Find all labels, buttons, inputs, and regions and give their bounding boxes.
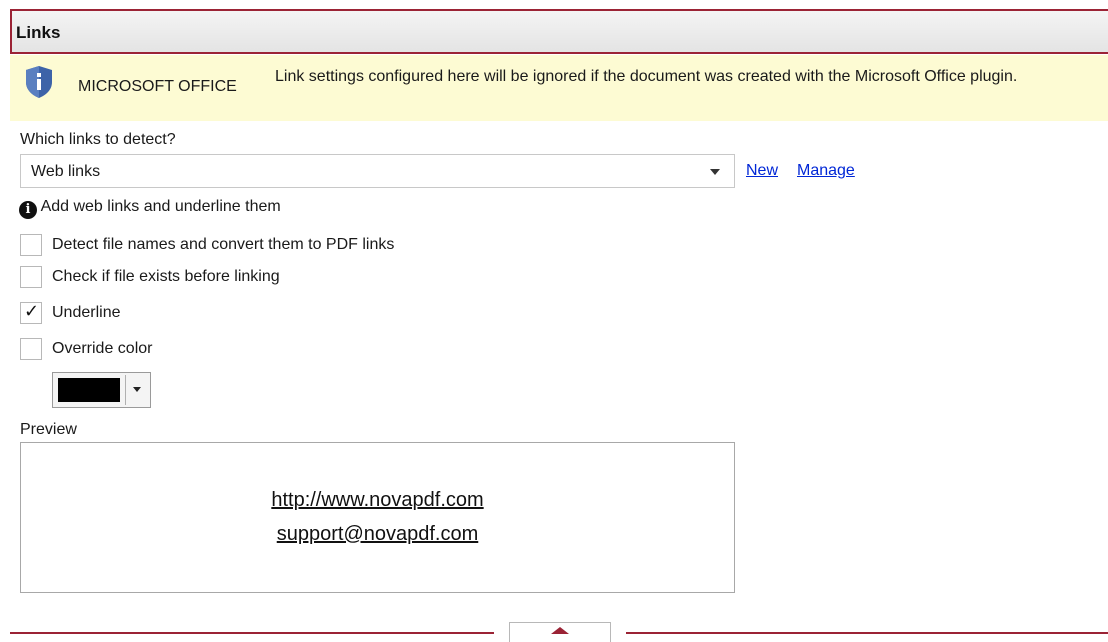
override-color-checkbox[interactable] — [20, 338, 42, 360]
link-type-description: i Add web links and underline them — [19, 198, 281, 219]
underline-checkbox[interactable]: ✓ — [20, 301, 42, 324]
office-notice-banner: MICROSOFT OFFICE Link settings configure… — [10, 55, 1108, 121]
preview-email: support@novapdf.com — [276, 523, 479, 545]
link-type-selected: Web links — [31, 163, 101, 180]
notice-text: Link settings configured here will be ig… — [275, 68, 1018, 85]
option-label: Detect file names and convert them to PD… — [52, 236, 395, 253]
option-label: Check if file exists before linking — [52, 268, 280, 285]
link-type-dropdown[interactable]: Web links — [20, 154, 735, 188]
section-divider — [626, 632, 1108, 634]
option-label: Underline — [52, 304, 121, 321]
section-header: Links — [10, 9, 1108, 54]
override-color-option[interactable]: Override color — [20, 338, 152, 360]
color-swatch — [58, 378, 120, 402]
preview-label: Preview — [20, 421, 77, 438]
info-icon: i — [19, 201, 37, 219]
preview-url: http://www.novapdf.com — [271, 489, 484, 511]
manage-link-types-link[interactable]: Manage — [797, 162, 855, 180]
shield-info-icon — [26, 66, 52, 98]
description-text: Add web links and underline them — [40, 198, 281, 215]
detect-file-names-checkbox[interactable] — [20, 234, 42, 256]
preview-box: http://www.novapdf.com support@novapdf.c… — [20, 442, 735, 593]
underline-option[interactable]: ✓ Underline — [20, 301, 121, 324]
option-label: Override color — [52, 340, 153, 357]
chevron-down-icon[interactable] — [125, 375, 147, 405]
link-color-picker[interactable] — [52, 372, 151, 408]
detect-file-names-option[interactable]: Detect file names and convert them to PD… — [20, 234, 394, 256]
section-divider — [10, 632, 494, 634]
notice-label: MICROSOFT OFFICE — [78, 78, 237, 95]
checkmark-icon: ✓ — [24, 301, 40, 321]
check-file-exists-checkbox[interactable] — [20, 266, 42, 288]
link-detection-label: Which links to detect? — [20, 131, 176, 148]
check-file-exists-option[interactable]: Check if file exists before linking — [20, 266, 280, 288]
section-title: Links — [16, 23, 61, 42]
new-link-type-link[interactable]: New — [746, 162, 778, 180]
collapse-section-button[interactable] — [509, 622, 611, 642]
chevron-down-icon — [710, 169, 720, 175]
